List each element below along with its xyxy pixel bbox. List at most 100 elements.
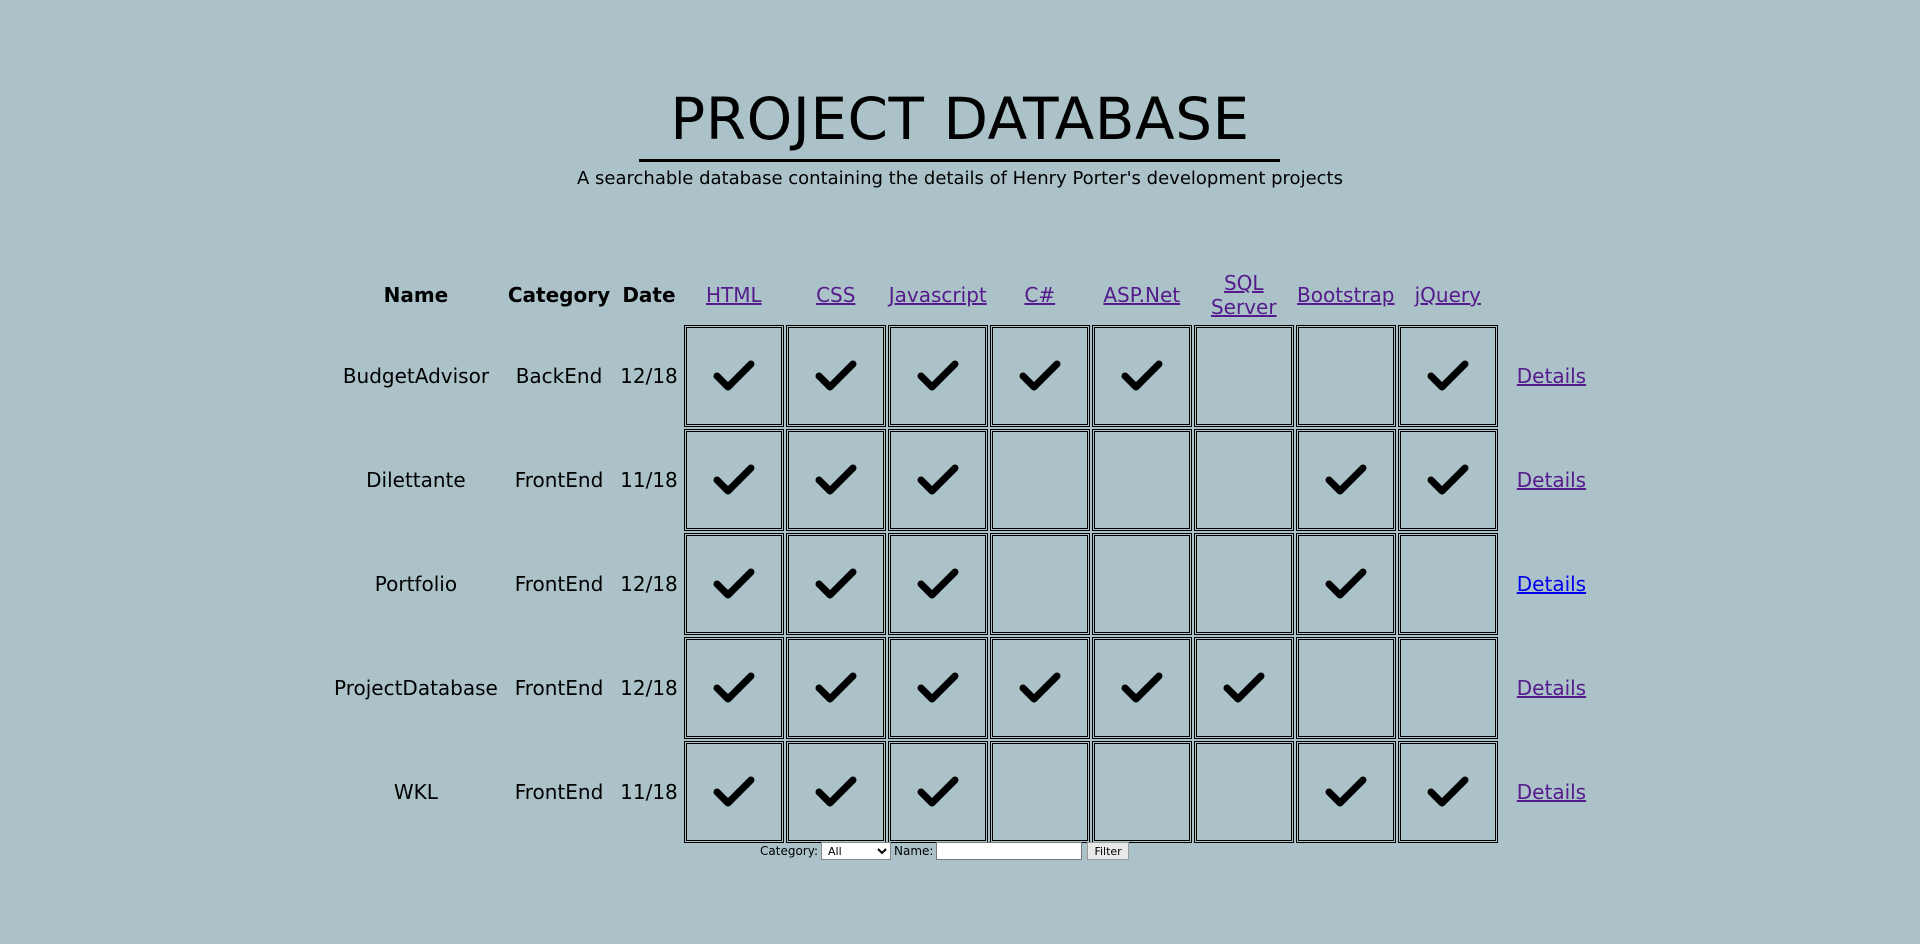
skill-cell: [989, 325, 1090, 427]
skill-cell: [785, 325, 886, 427]
skill-cell: [1397, 741, 1498, 843]
project-date: 11/18: [620, 780, 678, 804]
checkmark-icon: [917, 568, 959, 599]
details-link[interactable]: Details: [1501, 364, 1586, 388]
checkmark-icon: [713, 464, 755, 495]
column-header-category: Category: [507, 283, 611, 307]
project-category: FrontEnd: [514, 780, 604, 804]
project-name: WKL: [393, 780, 438, 804]
column-header-html: HTML: [684, 267, 784, 323]
checkmark-icon: [917, 360, 959, 391]
skill-cell: [1193, 325, 1294, 427]
table-header-row: Name Category Date HTML CSS Javascript C…: [330, 267, 1587, 323]
page: PROJECT DATABASE A searchable database c…: [0, 0, 1920, 944]
column-header-name: Name: [383, 283, 449, 307]
name-input[interactable]: [936, 842, 1083, 860]
checkmark-icon: [1223, 672, 1265, 703]
details-cell: Details: [1500, 533, 1587, 635]
skill-cell: [1091, 325, 1192, 427]
project-name: ProjectDatabase: [334, 676, 498, 700]
skill-cell: [1397, 429, 1498, 531]
skill-cell: [1295, 429, 1396, 531]
details-link[interactable]: Details: [1501, 572, 1586, 596]
sort-link-css[interactable]: CSS: [816, 283, 855, 307]
column-header-sql-server: SQL Server: [1194, 267, 1294, 323]
skill-cell: [1193, 637, 1294, 739]
column-header-csharp: C#: [990, 267, 1090, 323]
project-name: Dilettante: [366, 468, 466, 492]
project-date: 12/18: [620, 676, 678, 700]
sort-link-sql-server[interactable]: SQL Server: [1211, 271, 1277, 319]
sort-link-javascript[interactable]: Javascript: [889, 283, 987, 307]
checkmark-icon: [815, 776, 857, 807]
details-cell: Details: [1500, 741, 1587, 843]
details-link[interactable]: Details: [1501, 676, 1586, 700]
title-underline: [639, 159, 1280, 162]
skill-cell: [1193, 429, 1294, 531]
skill-cell: [1295, 637, 1396, 739]
skill-cell: [1397, 325, 1498, 427]
project-category: FrontEnd: [514, 468, 604, 492]
skill-cell: [683, 429, 784, 531]
skill-cell: [785, 741, 886, 843]
projects-table: Name Category Date HTML CSS Javascript C…: [328, 265, 1589, 845]
column-header-bootstrap: Bootstrap: [1296, 267, 1396, 323]
project-category: FrontEnd: [514, 572, 604, 596]
checkmark-icon: [1019, 360, 1061, 391]
sort-link-csharp[interactable]: C#: [1024, 283, 1055, 307]
checkmark-icon: [1325, 464, 1367, 495]
sort-link-aspnet[interactable]: ASP.Net: [1103, 283, 1180, 307]
column-header-aspnet: ASP.Net: [1092, 267, 1192, 323]
checkmark-icon: [815, 672, 857, 703]
checkmark-icon: [713, 568, 755, 599]
details-cell: Details: [1500, 325, 1587, 427]
checkmark-icon: [917, 672, 959, 703]
page-subtitle: A searchable database containing the det…: [577, 168, 1343, 189]
checkmark-icon: [917, 464, 959, 495]
skill-cell: [1091, 533, 1192, 635]
project-date: 11/18: [620, 468, 678, 492]
skill-cell: [1397, 533, 1498, 635]
filter-button[interactable]: Filter: [1087, 842, 1129, 860]
skill-cell: [1091, 741, 1192, 843]
checkmark-icon: [815, 568, 857, 599]
category-select[interactable]: All: [820, 842, 891, 860]
checkmark-icon: [713, 776, 755, 807]
column-header-jquery: jQuery: [1398, 267, 1498, 323]
checkmark-icon: [713, 672, 755, 703]
skill-cell: [989, 533, 1090, 635]
checkmark-icon: [1427, 464, 1469, 495]
sort-link-jquery[interactable]: jQuery: [1415, 283, 1481, 307]
filter-bar: Category: All Name: Filter: [760, 842, 1129, 860]
skill-cell: [989, 429, 1090, 531]
sort-link-bootstrap[interactable]: Bootstrap: [1297, 283, 1394, 307]
table-row: WKL FrontEnd 11/18 Details: [330, 741, 1587, 843]
project-name: BudgetAdvisor: [342, 364, 490, 388]
checkmark-icon: [1121, 672, 1163, 703]
details-link[interactable]: Details: [1501, 468, 1586, 492]
name-filter-label: Name:: [893, 844, 934, 858]
details-cell: Details: [1500, 637, 1587, 739]
skill-cell: [887, 637, 988, 739]
details-link[interactable]: Details: [1501, 780, 1586, 804]
checkmark-icon: [1325, 776, 1367, 807]
table-row: BudgetAdvisor BackEnd 12/18 Details: [330, 325, 1587, 427]
checkmark-icon: [1325, 568, 1367, 599]
checkmark-icon: [815, 464, 857, 495]
checkmark-icon: [1427, 776, 1469, 807]
skill-cell: [785, 429, 886, 531]
sort-link-html[interactable]: HTML: [706, 283, 762, 307]
skill-cell: [1091, 637, 1192, 739]
skill-cell: [887, 429, 988, 531]
page-title: PROJECT DATABASE: [670, 85, 1250, 153]
checkmark-icon: [1121, 360, 1163, 391]
column-header-date: Date: [622, 283, 676, 307]
skill-cell: [1193, 741, 1294, 843]
table-row: Dilettante FrontEnd 11/18 Details: [330, 429, 1587, 531]
skill-cell: [1397, 637, 1498, 739]
project-category: BackEnd: [515, 364, 603, 388]
project-name: Portfolio: [374, 572, 458, 596]
skill-cell: [785, 637, 886, 739]
skill-cell: [683, 741, 784, 843]
skill-cell: [887, 741, 988, 843]
